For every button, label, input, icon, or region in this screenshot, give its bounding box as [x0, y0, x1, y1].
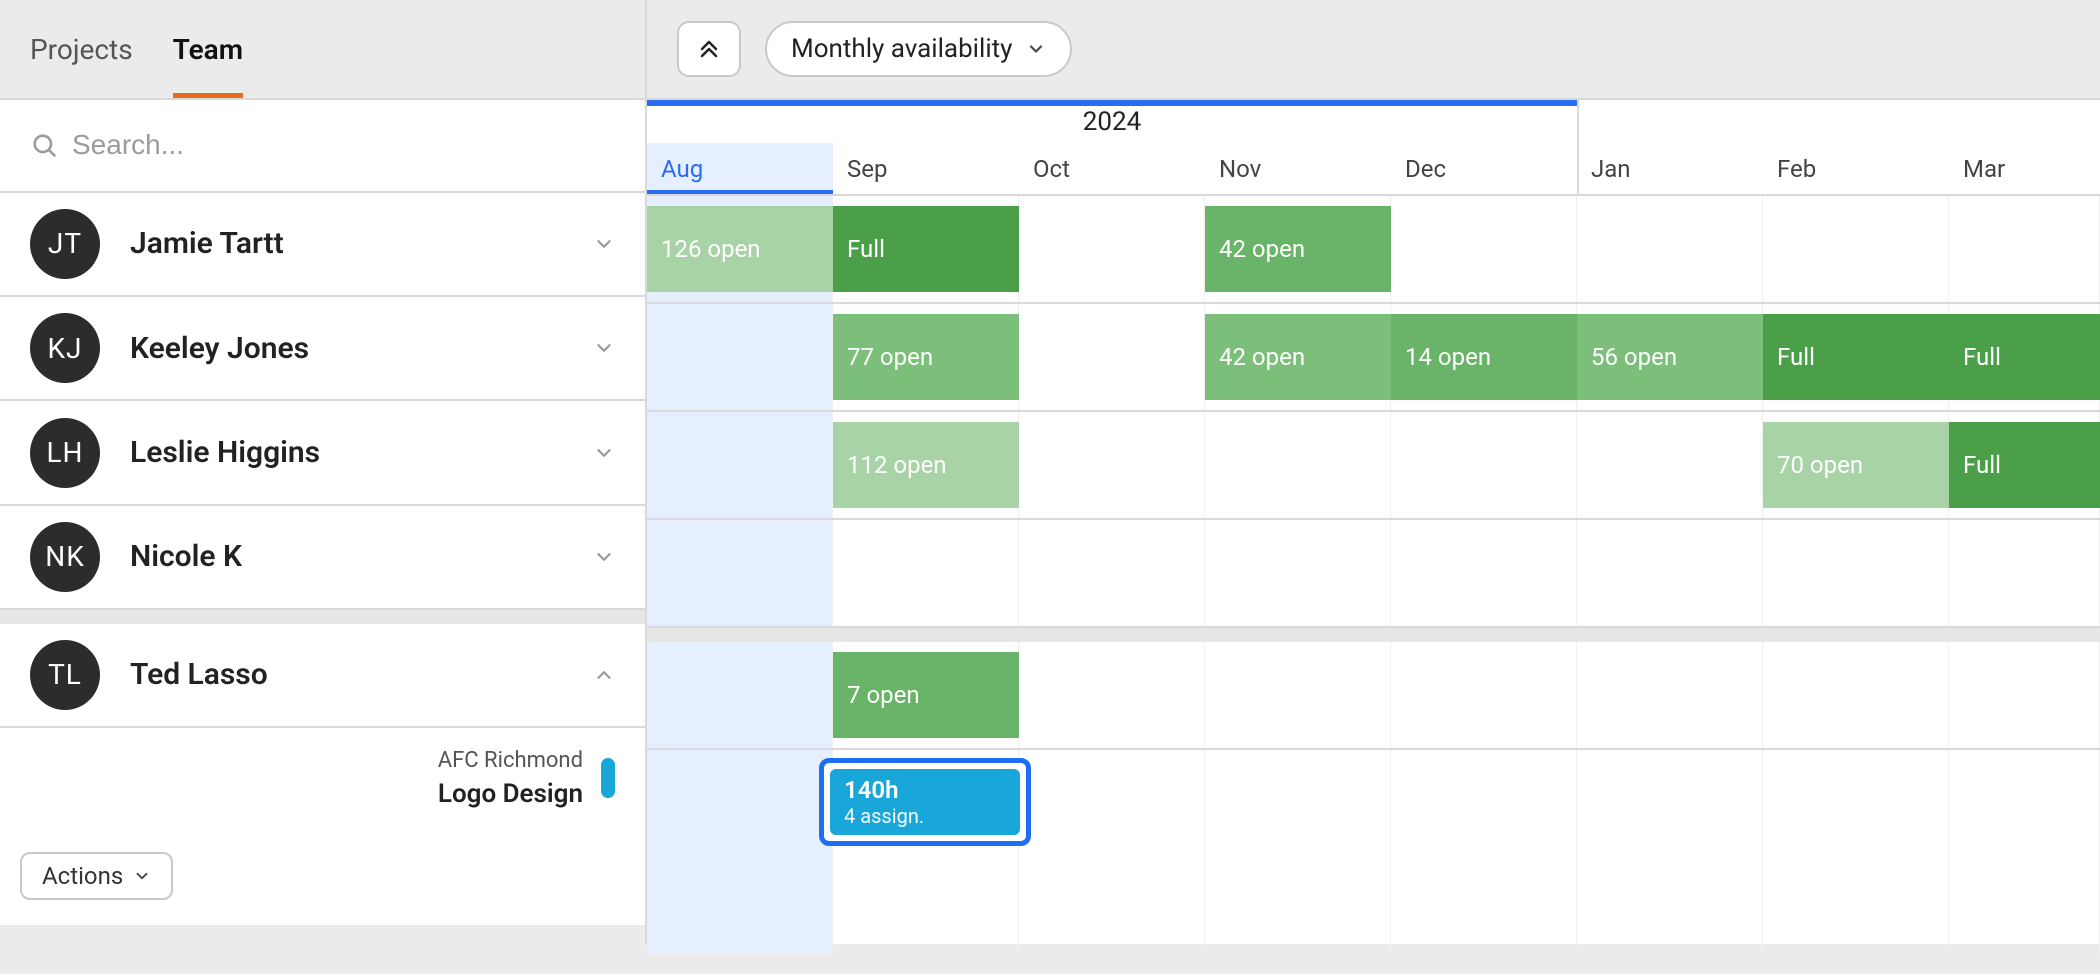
month-header[interactable]: Oct — [1019, 143, 1205, 194]
people-sidebar: JT Jamie Tartt KJ Keeley Jones LH Leslie… — [0, 100, 647, 944]
availability-cell[interactable]: 14 open — [1391, 314, 1577, 400]
availability-row — [647, 520, 2100, 628]
person-name: Leslie Higgins — [130, 435, 563, 470]
avatar: KJ — [30, 313, 100, 383]
assignment-hours: 140h — [844, 776, 1006, 804]
task-client: AFC Richmond — [438, 748, 583, 773]
avatar: TL — [30, 640, 100, 710]
availability-cell[interactable]: 42 open — [1205, 206, 1391, 292]
actions-label: Actions — [42, 862, 123, 890]
availability-cell[interactable]: 42 open — [1205, 314, 1391, 400]
chevron-down-icon[interactable] — [593, 442, 615, 464]
month-header[interactable]: Aug — [647, 143, 833, 194]
person-row[interactable]: JT Jamie Tartt — [0, 193, 645, 297]
divider — [0, 610, 645, 624]
availability-row: 112 open 70 open Full — [647, 412, 2100, 520]
person-name: Ted Lasso — [130, 657, 563, 692]
assignment-row: 140h 4 assign. — [647, 750, 2100, 854]
search-row — [0, 100, 645, 193]
availability-cell[interactable]: Full — [1949, 422, 2100, 508]
avatar: NK — [30, 522, 100, 592]
availability-cell[interactable]: Full — [1949, 314, 2100, 400]
chevron-down-icon[interactable] — [593, 546, 615, 568]
tabs-bar: Projects Team — [0, 0, 647, 98]
availability-row: 126 open Full 42 open — [647, 196, 2100, 304]
tab-projects[interactable]: Projects — [30, 0, 133, 98]
person-name: Keeley Jones — [130, 331, 563, 366]
availability-cell[interactable]: 126 open — [647, 206, 833, 292]
avatar: JT — [30, 209, 100, 279]
availability-cell[interactable]: Full — [833, 206, 1019, 292]
tab-team[interactable]: Team — [173, 0, 243, 98]
current-year-indicator — [647, 100, 1577, 106]
task-row[interactable]: AFC Richmond Logo Design — [0, 728, 645, 828]
search-input[interactable] — [72, 129, 615, 161]
collapse-all-button[interactable] — [677, 21, 741, 77]
assignment-card[interactable]: 140h 4 assign. — [819, 758, 1031, 846]
person-row[interactable]: LH Leslie Higgins — [0, 401, 645, 505]
timeline-header: 2024 Aug Sep Oct Nov Dec Jan Feb Mar — [647, 100, 2100, 196]
chevron-down-icon — [1026, 39, 1046, 59]
task-name: Logo Design — [438, 779, 583, 809]
person-row[interactable]: TL Ted Lasso — [0, 624, 645, 728]
month-header-row: Aug Sep Oct Nov Dec Jan Feb Mar — [647, 143, 2100, 194]
availability-row: 77 open 42 open 14 open 56 open Full Ful… — [647, 304, 2100, 412]
search-icon — [30, 131, 58, 159]
availability-cell[interactable]: 70 open — [1763, 422, 1949, 508]
view-mode-label: Monthly availability — [791, 34, 1012, 64]
year-label: 2024 — [647, 107, 1577, 137]
person-row[interactable]: KJ Keeley Jones — [0, 297, 645, 401]
month-header[interactable]: Dec — [1391, 143, 1577, 194]
actions-dropdown[interactable]: Actions — [20, 852, 173, 900]
month-header[interactable]: Sep — [833, 143, 1019, 194]
timeline: 2024 Aug Sep Oct Nov Dec Jan Feb Mar — [647, 100, 2100, 944]
availability-cell[interactable]: Full — [1763, 314, 1949, 400]
month-header[interactable]: Feb — [1763, 143, 1949, 194]
task-color-indicator — [601, 758, 615, 798]
availability-row: 7 open — [647, 642, 2100, 750]
chevron-down-icon[interactable] — [593, 337, 615, 359]
avatar: LH — [30, 418, 100, 488]
view-mode-dropdown[interactable]: Monthly availability — [765, 21, 1072, 77]
toolbar: Monthly availability — [647, 0, 2100, 98]
month-header[interactable]: Nov — [1205, 143, 1391, 194]
availability-cell[interactable]: 56 open — [1577, 314, 1763, 400]
chevron-down-icon[interactable] — [593, 233, 615, 255]
chevron-up-icon[interactable] — [593, 664, 615, 686]
month-header[interactable]: Jan — [1577, 143, 1763, 194]
month-header[interactable]: Mar — [1949, 143, 2100, 194]
availability-cell[interactable]: 77 open — [833, 314, 1019, 400]
availability-cell[interactable]: 112 open — [833, 422, 1019, 508]
person-name: Jamie Tartt — [130, 226, 563, 261]
chevron-double-up-icon — [697, 37, 721, 61]
assignment-sub: 4 assign. — [844, 804, 1006, 828]
availability-cell[interactable]: 7 open — [833, 652, 1019, 738]
person-row[interactable]: NK Nicole K — [0, 506, 645, 610]
person-name: Nicole K — [130, 539, 563, 574]
chevron-down-icon — [133, 867, 151, 885]
